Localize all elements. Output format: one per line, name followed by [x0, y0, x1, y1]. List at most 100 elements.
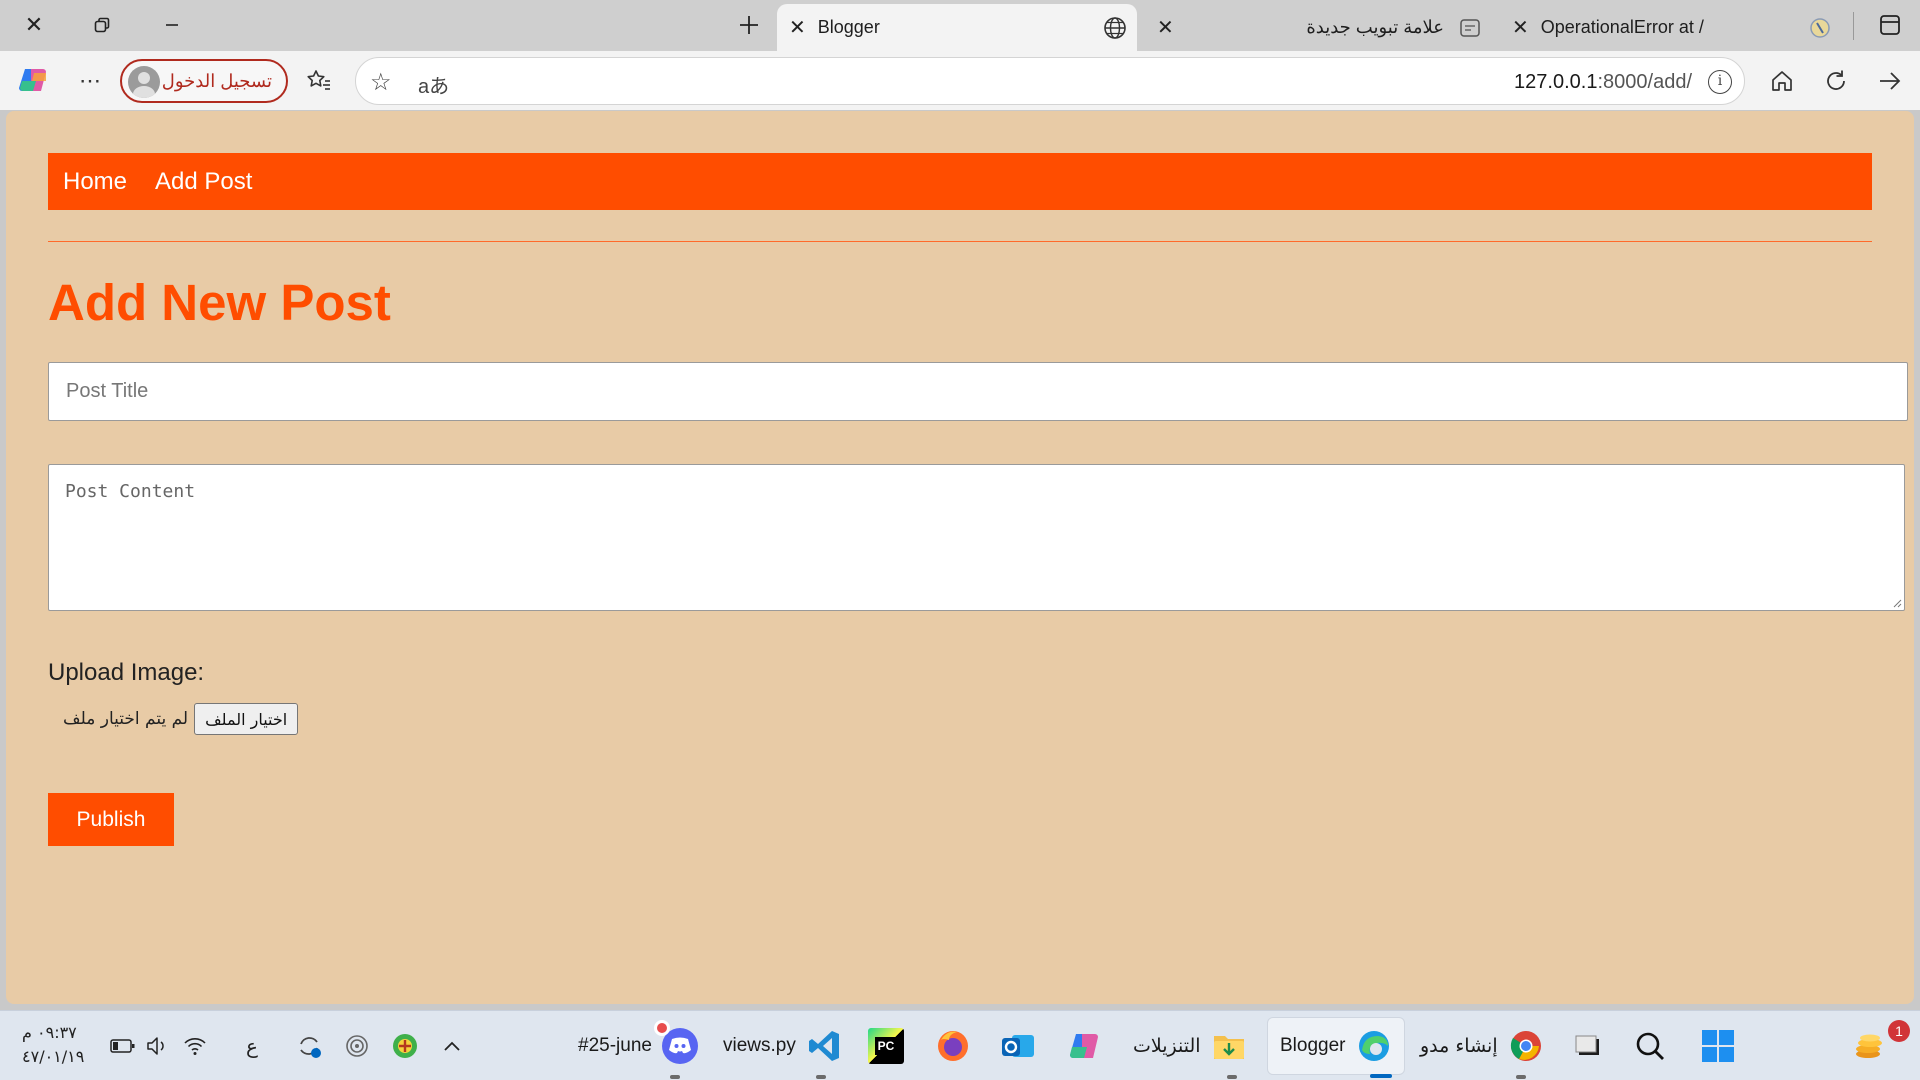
running-indicator	[670, 1075, 680, 1079]
volume-icon[interactable]	[146, 1011, 170, 1080]
choose-file-button[interactable]: اختيار الملف	[194, 703, 299, 735]
tab-title: Blogger	[817, 17, 880, 37]
show-hidden-icons-chevron-icon[interactable]	[442, 1011, 462, 1080]
windows-logo-icon	[1700, 1028, 1736, 1064]
django-favicon-icon	[1808, 16, 1832, 40]
wifi-icon[interactable]	[183, 1011, 207, 1080]
page-title: Add New Post	[48, 274, 391, 331]
taskbar-item-firefox[interactable]	[935, 1011, 971, 1080]
taskbar-item-vscode[interactable]: views.py	[723, 1011, 842, 1080]
vscode-icon	[806, 1028, 842, 1064]
taskbar-item-blogger-edge[interactable]: Blogger	[1267, 1017, 1405, 1078]
widgets-button[interactable]	[1852, 1011, 1888, 1080]
taskbar-search-button[interactable]	[1632, 1011, 1668, 1080]
discord-icon	[653, 1020, 698, 1064]
copilot-icon	[1066, 1028, 1102, 1064]
site-navbar: Home Add Post	[48, 153, 1872, 210]
tab-actions-button[interactable]	[1872, 8, 1908, 42]
edge-icon	[1356, 1028, 1392, 1064]
favorites-icon[interactable]	[302, 64, 336, 98]
browser-toolbar: ⋯ تسجيل الدخول ☆ aあ 127.0.0.1:8000/add/ …	[0, 51, 1920, 110]
nav-add-post-link[interactable]: Add Post	[155, 168, 252, 196]
nav-home-link[interactable]: Home	[63, 168, 127, 196]
sign-in-label: تسجيل الدخول	[161, 70, 272, 91]
taskbar: ٠٩:٣٧ م ٤٧/٠١/١٩ ع #25-june views.py PC …	[0, 1010, 1920, 1080]
taskbar-item-label: التنزيلات	[1133, 1035, 1201, 1057]
sign-in-button[interactable]: تسجيل الدخول	[120, 59, 288, 103]
sync-icon[interactable]	[295, 1011, 323, 1080]
tab-operational-error[interactable]: ✕ OperationalError at /	[1500, 4, 1840, 51]
add-favorite-star-icon[interactable]: ☆	[370, 68, 392, 97]
close-tab-icon[interactable]: ✕	[1512, 15, 1529, 40]
taskbar-item-discord[interactable]: #25-june	[578, 1011, 698, 1080]
new-tab-button[interactable]	[731, 8, 767, 42]
close-tab-icon[interactable]: ✕	[789, 15, 806, 40]
active-indicator	[1370, 1074, 1392, 1078]
restore-icon	[94, 17, 110, 33]
taskbar-item-downloads[interactable]: التنزيلات	[1133, 1011, 1247, 1080]
input-language-indicator[interactable]: ع	[246, 1011, 258, 1080]
coins-widget-icon	[1852, 1028, 1888, 1064]
taskbar-item-chrome[interactable]: إنشاء مدو	[1420, 1011, 1544, 1080]
taskbar-item-outlook[interactable]	[1000, 1011, 1036, 1080]
vertical-tabs-icon	[1880, 15, 1900, 35]
app-tray-icon[interactable]	[391, 1011, 419, 1080]
pycharm-icon: PC	[868, 1028, 904, 1064]
taskbar-item-label: Blogger	[1280, 1035, 1346, 1056]
close-tab-icon[interactable]: ✕	[1157, 15, 1174, 40]
post-title-input[interactable]	[48, 362, 1908, 421]
start-button[interactable]	[1700, 1011, 1736, 1080]
plus-icon	[740, 16, 758, 34]
minimize-window-button[interactable]	[154, 8, 190, 42]
battery-icon[interactable]	[110, 1011, 136, 1080]
tab-title: علامة تبويب جديدة	[1306, 17, 1444, 37]
translate-icon[interactable]: aあ	[418, 70, 449, 99]
notification-badge: 1	[1888, 1020, 1910, 1042]
publish-button[interactable]: Publish	[48, 793, 174, 846]
refresh-icon[interactable]	[1819, 64, 1853, 98]
home-icon[interactable]	[1765, 64, 1799, 98]
forward-arrow-icon[interactable]	[1873, 64, 1907, 98]
firefox-icon	[935, 1028, 971, 1064]
taskbar-item-label: إنشاء مدو	[1420, 1035, 1498, 1057]
address-bar[interactable]: ☆ aあ 127.0.0.1:8000/add/ i	[355, 57, 1745, 105]
avatar	[128, 66, 160, 98]
file-input[interactable]: اختيار الملف لم يتم اختيار ملف	[63, 703, 299, 735]
site-info-icon[interactable]: i	[1708, 70, 1732, 94]
taskbar-item-copilot[interactable]	[1066, 1011, 1102, 1080]
divider	[48, 241, 1872, 242]
task-view-icon	[1570, 1028, 1606, 1064]
clock-time: ٠٩:٣٧ م	[22, 1023, 77, 1042]
tab-new-tab[interactable]: ✕ علامة تبويب جديدة	[1145, 4, 1490, 51]
taskbar-item-label: #25-june	[578, 1035, 652, 1056]
onedrive-status-icon[interactable]	[344, 1011, 370, 1080]
running-indicator	[1227, 1075, 1237, 1079]
new-tab-page-icon	[1458, 16, 1482, 40]
minimize-icon	[166, 24, 178, 26]
system-clock[interactable]: ٠٩:٣٧ م ٤٧/٠١/١٩	[22, 1021, 102, 1069]
running-indicator	[1516, 1075, 1526, 1079]
outlook-icon	[1000, 1028, 1036, 1064]
taskbar-item-task-view[interactable]	[1570, 1011, 1606, 1080]
restore-window-button[interactable]	[84, 8, 120, 42]
post-content-textarea[interactable]	[48, 464, 1905, 611]
url-text[interactable]: 127.0.0.1:8000/add/	[1514, 71, 1692, 94]
close-window-button[interactable]: ✕	[16, 8, 52, 42]
tab-divider	[1853, 12, 1854, 40]
file-status-text: لم يتم اختيار ملف	[63, 709, 189, 729]
running-indicator	[816, 1075, 826, 1079]
more-options-icon[interactable]: ⋯	[73, 64, 107, 98]
notification-dot	[653, 1020, 670, 1036]
resize-grip-icon[interactable]	[1892, 598, 1902, 608]
search-icon	[1632, 1028, 1668, 1064]
page-viewport: Home Add Post Add New Post Upload Image:…	[6, 111, 1914, 1004]
clock-date: ٤٧/٠١/١٩	[22, 1047, 85, 1066]
copilot-icon[interactable]	[16, 63, 50, 97]
chrome-icon	[1508, 1028, 1544, 1064]
upload-image-label: Upload Image:	[48, 659, 205, 686]
tab-title: OperationalError at /	[1540, 17, 1704, 37]
tab-strip: ✕ ✕ Blogger ✕ علامة تبويب جديدة ✕ Operat…	[0, 0, 1920, 51]
tab-blogger[interactable]: ✕ Blogger	[777, 4, 1137, 51]
taskbar-item-label: views.py	[723, 1035, 796, 1056]
taskbar-item-pycharm[interactable]: PC	[868, 1011, 904, 1080]
